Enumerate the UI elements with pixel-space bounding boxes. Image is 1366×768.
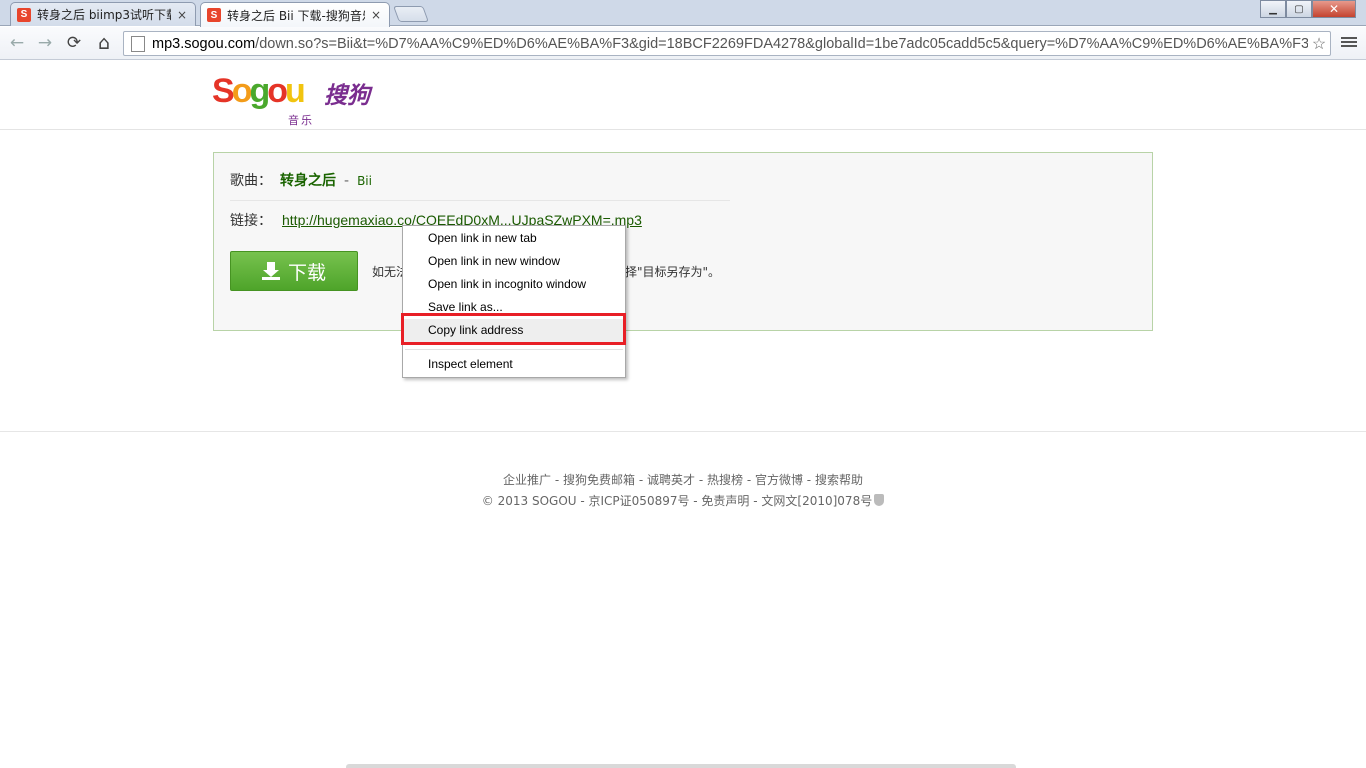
song-title: 转身之后 xyxy=(280,173,336,189)
tab-close-icon[interactable]: × xyxy=(175,8,189,22)
bottom-scroll-bar xyxy=(346,764,1016,768)
address-path: /down.so?s=Bii&t=%D7%AA%C9%ED%D6%AE%BA%F… xyxy=(255,35,1308,52)
download-hint-end: 择"目标另存为"。 xyxy=(625,265,721,279)
logo-wordmark: Sogou xyxy=(212,72,306,110)
footer-link[interactable]: 搜索帮助 xyxy=(815,473,863,487)
sogou-music-logo[interactable]: Sogou 搜狗 音乐 xyxy=(212,70,392,127)
page-icon xyxy=(131,35,145,52)
reload-icon[interactable]: ⟳ xyxy=(63,33,85,53)
window-close-button[interactable]: ✕ xyxy=(1312,0,1356,18)
tab-title: 转身之后 biimp3试听下载 xyxy=(37,8,171,22)
footer-link[interactable]: 企业推广 xyxy=(503,473,551,487)
address-host: mp3.sogou.com xyxy=(152,35,256,52)
menu-separator xyxy=(405,349,623,350)
download-icon xyxy=(261,262,280,280)
back-arrow-icon[interactable]: ← xyxy=(6,33,28,53)
link-label: 链接： xyxy=(230,213,272,229)
browser-toolbar: ← → ⟳ ⌂ mp3.sogou.com/down.so?s=Bii&t=%D… xyxy=(0,27,1366,60)
footer-link[interactable]: 搜狗免费邮箱 xyxy=(563,473,635,487)
copyright-text: © 2013 SOGOU - 京ICP证050897号 - 免责声明 - 文网文… xyxy=(481,494,873,508)
tab-2[interactable]: S 转身之后 Bii 下载-搜狗音乐 × xyxy=(200,2,390,27)
tab-1[interactable]: S 转身之后 biimp3试听下载 × xyxy=(10,2,196,26)
forward-arrow-icon[interactable]: → xyxy=(34,33,56,53)
song-artist[interactable]: Bii xyxy=(357,174,372,188)
home-icon[interactable]: ⌂ xyxy=(93,33,115,53)
menu-item-open-incognito[interactable]: Open link in incognito window xyxy=(403,273,625,296)
window-controls: ▁ ▢ ✕ xyxy=(1260,0,1356,18)
row-divider xyxy=(230,200,730,201)
chrome-menu-icon[interactable] xyxy=(1341,35,1357,51)
footer-links: 企业推广 - 搜狗免费邮箱 - 诚聘英才 - 热搜榜 - 官方微博 - 搜索帮助 xyxy=(503,473,863,487)
highlight-box xyxy=(401,313,626,345)
bookmark-star-icon[interactable]: ☆ xyxy=(1308,34,1330,54)
minimize-button[interactable]: ▁ xyxy=(1260,0,1286,18)
sogou-favicon-icon: S xyxy=(207,8,221,22)
tab-close-icon[interactable]: × xyxy=(369,8,383,22)
footer-link[interactable]: 热搜榜 xyxy=(707,473,743,487)
menu-item-open-new-window[interactable]: Open link in new window xyxy=(403,250,625,273)
download-panel: 歌曲： 转身之后 - Bii 链接： http://hugemaxiao.co/COEE… xyxy=(213,152,1153,331)
logo-sub: 音乐 xyxy=(288,114,314,127)
new-tab-button[interactable] xyxy=(393,6,429,22)
footer-copyright: © 2013 SOGOU - 京ICP证050897号 - 免责声明 - 文网文… xyxy=(0,492,1366,509)
footer-link[interactable]: 诚聘英才 xyxy=(647,473,695,487)
site-header: Sogou 搜狗 音乐 xyxy=(0,61,1366,130)
address-url[interactable]: mp3.sogou.com/down.so?s=Bii&t=%D7%AA%C9%… xyxy=(152,36,1308,52)
footer-divider xyxy=(0,431,1366,432)
song-label: 歌曲： xyxy=(230,173,272,189)
tab-strip: S 转身之后 biimp3试听下载 × S 转身之后 Bii 下载-搜狗音乐 ×… xyxy=(0,0,1366,27)
sogou-favicon-icon: S xyxy=(17,7,31,22)
menu-item-inspect-element[interactable]: Inspect element xyxy=(403,353,625,376)
menu-item-open-new-tab[interactable]: Open link in new tab xyxy=(403,227,625,250)
logo-cn: 搜狗 xyxy=(324,83,370,109)
tab-title: 转身之后 Bii 下载-搜狗音乐 xyxy=(227,8,365,23)
shield-icon[interactable] xyxy=(874,494,885,506)
song-info-row: 歌曲： 转身之后 - Bii xyxy=(230,170,372,190)
song-dash: - xyxy=(344,173,350,189)
maximize-button[interactable]: ▢ xyxy=(1286,0,1312,18)
download-button-label: 下载 xyxy=(287,261,326,284)
address-bar[interactable]: mp3.sogou.com/down.so?s=Bii&t=%D7%AA%C9%… xyxy=(123,31,1331,56)
footer-link[interactable]: 官方微博 xyxy=(755,473,803,487)
download-button[interactable]: 下载 xyxy=(230,251,358,291)
context-menu: Open link in new tab Open link in new wi… xyxy=(402,225,626,378)
